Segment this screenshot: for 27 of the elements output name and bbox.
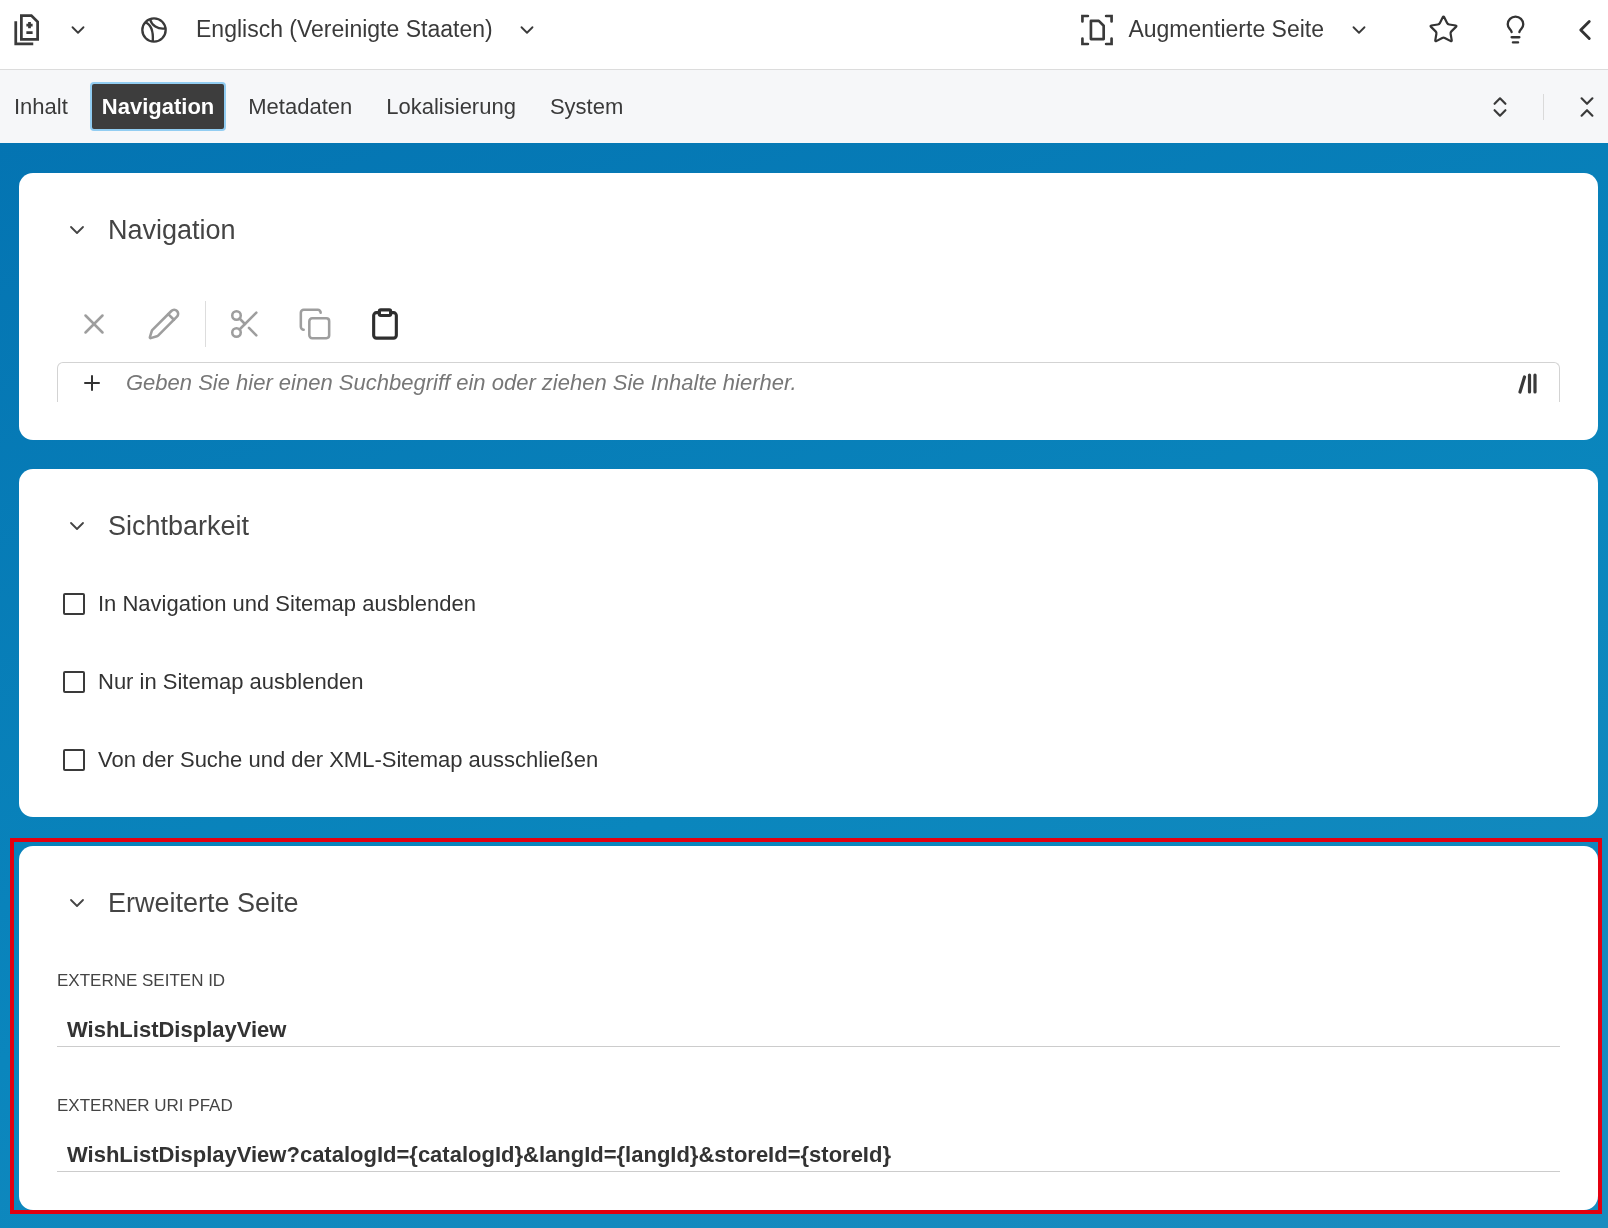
text-field[interactable]: WishListDisplayView?catalogId={catalogId}&langId={langId}&storeId={storeId}: [57, 1134, 1560, 1172]
star-icon[interactable]: [1428, 14, 1459, 45]
tab[interactable]: Lokalisierung: [374, 82, 528, 131]
checkbox[interactable]: [63, 749, 85, 771]
field-label: EXTERNE SEITEN ID: [57, 970, 226, 992]
checkbox-label: In Navigation und Sitemap ausblenden: [98, 591, 476, 617]
section-title: Navigation: [108, 214, 236, 246]
checkbox[interactable]: [63, 593, 85, 615]
bars-icon[interactable]: [1516, 370, 1540, 395]
checkbox[interactable]: [63, 671, 85, 693]
section-title: Erweiterte Seite: [108, 887, 299, 919]
view-mode-dropdown[interactable]: Augmentierte Seite: [1080, 12, 1370, 47]
tab[interactable]: Inhalt: [2, 82, 80, 131]
search-field[interactable]: Geben Sie hier einen Suchbegriff ein oder ziehen Sie Inhalte hierher.: [124, 368, 1496, 397]
checkbox-label: Von der Suche und der XML-Sitemap ausschließen: [98, 747, 599, 773]
globe-icon: [140, 15, 168, 44]
language-dropdown[interactable]: Englisch (Vereinigte Staaten): [140, 15, 538, 44]
checkbox-label: Nur in Sitemap ausblenden: [98, 669, 364, 695]
tab[interactable]: System: [537, 82, 636, 131]
section-title: Sichtbarkeit: [108, 510, 250, 542]
framed-page-icon: [1080, 12, 1115, 47]
search-bar[interactable]: Geben Sie hier einen Suchbegriff ein oder ziehen Sie Inhalte hierher.: [57, 362, 1560, 402]
tab[interactable]: Navigation: [89, 82, 227, 131]
document-plus-icon[interactable]: [12, 11, 42, 48]
text-field[interactable]: WishListDisplayView: [57, 1009, 1560, 1047]
tab[interactable]: Metadaten: [236, 82, 365, 131]
field-label: EXTERNER URI PFAD: [57, 1095, 233, 1117]
